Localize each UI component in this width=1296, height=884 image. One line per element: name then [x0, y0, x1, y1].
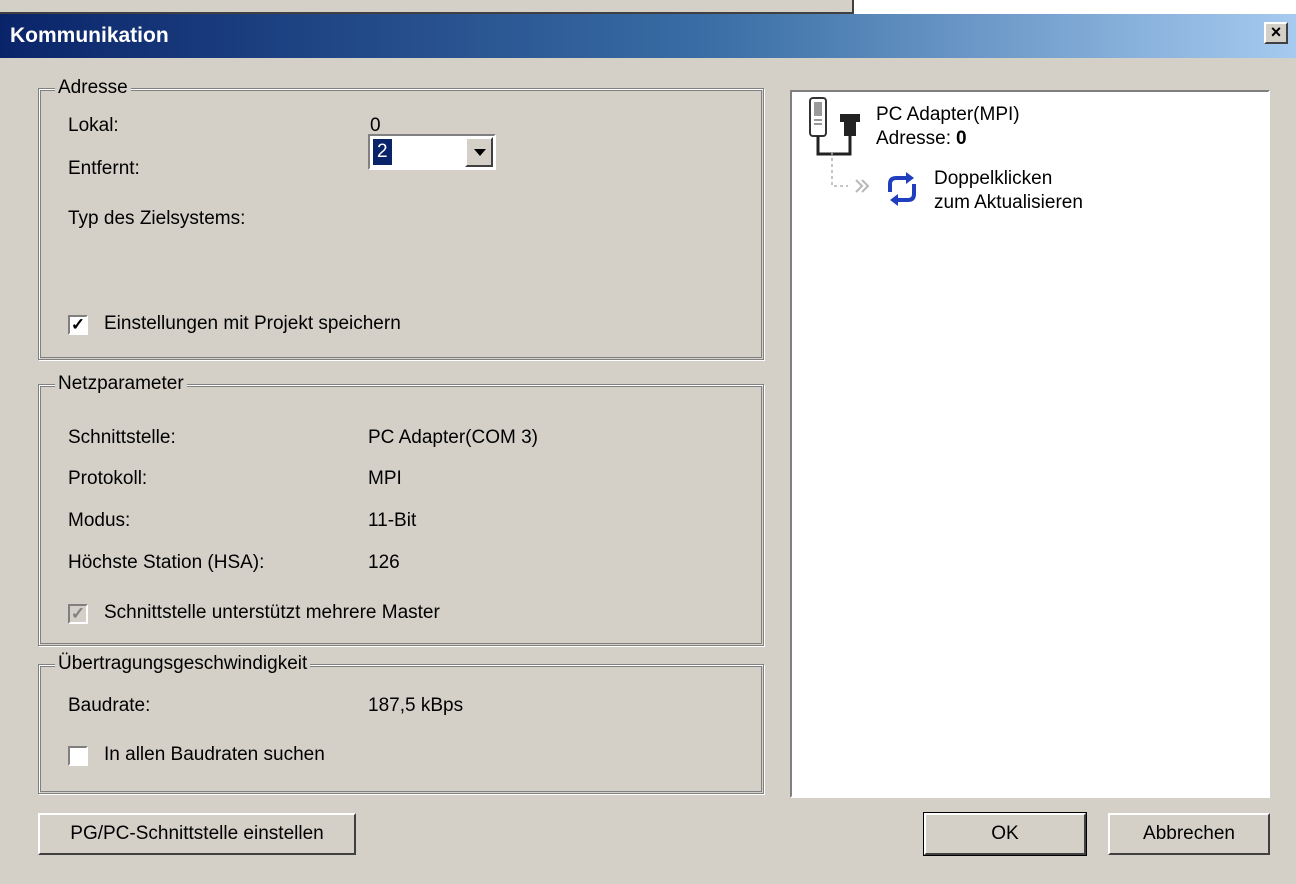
speed-group: Übertragungsgeschwindigkeit [38, 653, 764, 794]
protokoll-label: Protokoll: [68, 468, 148, 489]
adapter-address-value: 0 [956, 128, 967, 149]
background-window-edge [0, 0, 854, 14]
pgpc-interface-button[interactable]: PG/PC-Schnittstelle einstellen [38, 813, 356, 855]
schnittstelle-label: Schnittstelle: [68, 427, 176, 448]
refresh-hint-line1[interactable]: Doppelklicken [934, 168, 1052, 190]
search-all-baud-checkbox[interactable] [68, 746, 88, 766]
protokoll-value: MPI [368, 468, 402, 489]
multi-master-checkbox: ✓ [68, 604, 88, 624]
cancel-button[interactable]: Abbrechen [1108, 813, 1270, 855]
refresh-icon[interactable] [882, 170, 922, 210]
adapter-name[interactable]: PC Adapter(MPI) [876, 104, 1020, 126]
multi-master-label: Schnittstelle unterstützt mehrere Master [104, 602, 440, 623]
schnittstelle-value: PC Adapter(COM 3) [368, 427, 538, 448]
entfernt-combobox[interactable]: 2 [368, 134, 496, 170]
speed-legend: Übertragungsgeschwindigkeit [55, 653, 311, 675]
title-bar[interactable]: Kommunikation × [0, 14, 1296, 58]
kommunikation-dialog: Kommunikation × Adresse Lokal: 0 Entfern… [0, 14, 1296, 884]
background-window-strip [0, 0, 1296, 14]
typ-zielsystem-label: Typ des Zielsystems: [68, 208, 246, 229]
lokal-label: Lokal: [68, 115, 119, 136]
adapter-address-label: Adresse: [876, 128, 951, 149]
entfernt-selected-value: 2 [373, 139, 392, 165]
save-settings-label[interactable]: Einstellungen mit Projekt speichern [104, 313, 401, 335]
modus-label: Modus: [68, 510, 131, 531]
baudrate-value: 187,5 kBps [368, 695, 464, 716]
network-tree-view[interactable]: PC Adapter(MPI) Adresse: 0 Doppelklicken… [790, 90, 1270, 798]
search-all-baud-label[interactable]: In allen Baudraten suchen [104, 744, 325, 766]
adresse-legend: Adresse [55, 77, 131, 99]
hsa-value: 126 [368, 552, 400, 573]
close-button[interactable]: × [1264, 22, 1288, 44]
window-title: Kommunikation [10, 24, 169, 47]
entfernt-label: Entfernt: [68, 158, 140, 179]
netzparameter-legend: Netzparameter [55, 373, 187, 395]
ok-button[interactable]: OK [923, 812, 1087, 856]
hsa-label: Höchste Station (HSA): [68, 552, 265, 573]
refresh-hint-line2[interactable]: zum Aktualisieren [934, 192, 1083, 214]
chevron-down-icon[interactable] [465, 137, 493, 167]
save-settings-checkbox[interactable]: ✓ [68, 315, 88, 335]
modus-value: 11-Bit [368, 510, 417, 531]
baudrate-label: Baudrate: [68, 695, 151, 716]
